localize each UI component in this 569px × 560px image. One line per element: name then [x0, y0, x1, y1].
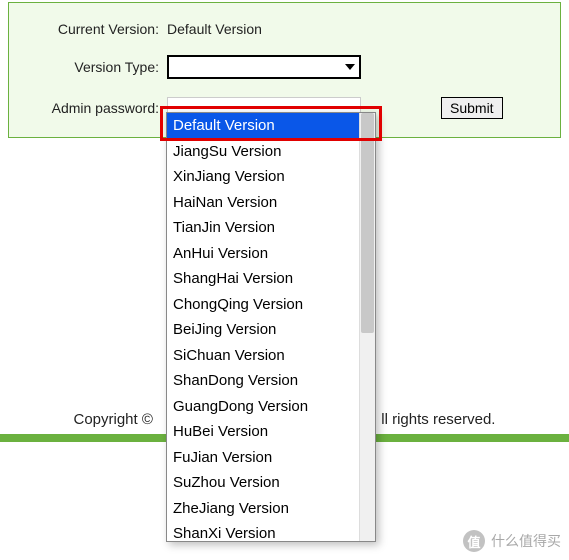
watermark-text: 什么值得买 [491, 531, 561, 551]
footer-left: Copyright © [74, 411, 153, 428]
chevron-down-icon [345, 64, 355, 70]
dropdown-option[interactable]: BeiJing Version [167, 317, 359, 343]
footer-right: ll rights reserved. [381, 411, 495, 428]
dropdown-list: Default VersionJiangSu VersionXinJiang V… [167, 113, 359, 541]
dropdown-option[interactable]: Default Version [167, 113, 359, 139]
dropdown-option[interactable]: TianJin Version [167, 215, 359, 241]
dropdown-option[interactable]: HaiNan Version [167, 190, 359, 216]
dropdown-option[interactable]: ZheJiang Version [167, 496, 359, 522]
current-version-value: Default Version [167, 21, 262, 37]
version-type-row: Version Type: [19, 55, 542, 79]
dropdown-option[interactable]: ShangHai Version [167, 266, 359, 292]
scrollbar-thumb[interactable] [361, 113, 374, 333]
dropdown-option[interactable]: FuJian Version [167, 445, 359, 471]
watermark: 值 什么值得买 [463, 530, 561, 552]
version-type-dropdown: Default VersionJiangSu VersionXinJiang V… [166, 112, 376, 542]
dropdown-option[interactable]: AnHui Version [167, 241, 359, 267]
dropdown-option[interactable]: ShanDong Version [167, 368, 359, 394]
dropdown-option[interactable]: XinJiang Version [167, 164, 359, 190]
watermark-icon: 值 [463, 530, 485, 552]
dropdown-option[interactable]: ShanXi Version [167, 521, 359, 541]
dropdown-scrollbar[interactable] [359, 113, 375, 541]
version-type-select[interactable] [167, 55, 361, 79]
submit-button[interactable]: Submit [441, 97, 503, 119]
dropdown-option[interactable]: ChongQing Version [167, 292, 359, 318]
dropdown-option[interactable]: HuBei Version [167, 419, 359, 445]
admin-password-label: Admin password: [19, 100, 167, 116]
current-version-label: Current Version: [19, 21, 167, 37]
version-type-label: Version Type: [19, 59, 167, 75]
dropdown-option[interactable]: GuangDong Version [167, 394, 359, 420]
dropdown-option[interactable]: SiChuan Version [167, 343, 359, 369]
dropdown-option[interactable]: JiangSu Version [167, 139, 359, 165]
current-version-row: Current Version: Default Version [19, 21, 542, 37]
dropdown-option[interactable]: SuZhou Version [167, 470, 359, 496]
